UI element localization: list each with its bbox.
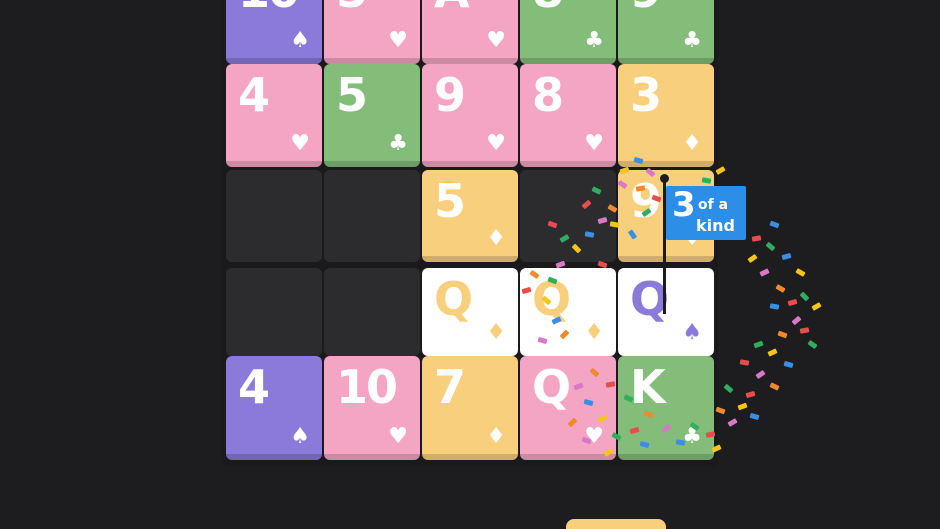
card-tile[interactable]: 5 ♦ — [422, 170, 518, 262]
card-rank: 5 — [434, 174, 466, 228]
spade-suit-icon: ♠ — [290, 28, 310, 53]
card-rank: 9 — [434, 68, 466, 122]
card-tile[interactable]: 5♥ — [324, 0, 420, 64]
spade-suit-icon: ♠ — [290, 424, 310, 449]
heart-suit-icon: ♥ — [584, 131, 604, 156]
card-tile-highlighted[interactable]: Q ♠ — [618, 268, 714, 356]
card-rank: 8 — [532, 68, 564, 122]
card-tile[interactable]: 8 ♥ — [520, 64, 616, 167]
card-tile[interactable]: 7 ♦ — [422, 356, 518, 460]
heart-suit-icon: ♥ — [584, 424, 604, 449]
card-tile[interactable]: A♥ — [422, 0, 518, 64]
heart-suit-icon: ♥ — [486, 28, 506, 53]
game-screen: 10♠5♥A♥8♣9♣4♥5♣9♥8♥3♦5♦9♦Q♦Q♦Q♠4♠10♥7♦Q♥… — [0, 0, 940, 529]
empty-cell[interactable] — [226, 170, 322, 262]
card-rank: Q — [630, 272, 669, 326]
flag-pole-top — [660, 174, 669, 183]
club-suit-icon: ♣ — [584, 28, 604, 53]
card-tile[interactable]: 10 ♠ — [226, 0, 322, 64]
card-tile[interactable]: Q ♥ — [520, 356, 616, 460]
hand-result-kind-text: kind — [696, 216, 735, 235]
heart-suit-icon: ♥ — [290, 131, 310, 156]
card-tile[interactable]: 8♣ — [520, 0, 616, 64]
heart-suit-icon: ♥ — [388, 424, 408, 449]
card-grid: 10♠5♥A♥8♣9♣4♥5♣9♥8♥3♦5♦9♦Q♦Q♦Q♠4♠10♥7♦Q♥… — [0, 0, 940, 529]
card-tile[interactable]: 9 ♥ — [422, 64, 518, 167]
card-rank: Q — [532, 360, 571, 414]
diamond-suit-icon: ♦ — [486, 424, 506, 449]
heart-suit-icon: ♥ — [388, 28, 408, 53]
diamond-suit-icon: ♦ — [584, 320, 604, 345]
card-tile-highlighted[interactable]: Q ♦ — [422, 268, 518, 356]
diamond-suit-icon: ♦ — [486, 320, 506, 345]
card-rank: 5 — [336, 68, 368, 122]
empty-cell[interactable] — [324, 268, 420, 356]
card-rank: 7 — [434, 360, 466, 414]
card-rank: K — [630, 360, 666, 414]
club-suit-icon: ♣ — [682, 424, 702, 449]
card-rank: 5 — [336, 0, 368, 14]
diamond-suit-icon: ♦ — [486, 226, 506, 251]
card-tile[interactable]: 9♣ — [618, 0, 714, 64]
club-suit-icon: ♣ — [388, 131, 408, 156]
card-rank: Q — [434, 272, 473, 326]
card-tile[interactable]: 10 ♥ — [324, 356, 420, 460]
spade-suit-icon: ♠ — [682, 320, 702, 345]
hand-result-number: 3 — [672, 185, 696, 225]
card-rank: 4 — [238, 360, 270, 414]
card-tile-highlighted[interactable]: Q ♦ — [520, 268, 616, 356]
card-rank: 4 — [238, 68, 270, 122]
card-rank: 3 — [630, 68, 662, 122]
heart-suit-icon: ♥ — [486, 131, 506, 156]
card-rank: A — [434, 0, 470, 14]
empty-cell[interactable] — [226, 268, 322, 356]
card-rank: 9 — [630, 174, 662, 228]
card-tile[interactable]: K ♣ — [618, 356, 714, 460]
hand-result-flag: 3 of a kind — [666, 186, 746, 240]
hand-result-of-text: of a — [698, 197, 729, 213]
diamond-suit-icon: ♦ — [682, 131, 702, 156]
bottom-action-button[interactable] — [566, 519, 666, 529]
card-tile[interactable]: 4 ♠ — [226, 356, 322, 460]
card-rank: 10 — [238, 0, 300, 14]
empty-cell[interactable] — [520, 170, 616, 262]
card-tile[interactable]: 4 ♥ — [226, 64, 322, 167]
card-rank: Q — [532, 272, 571, 326]
card-tile[interactable]: 3 ♦ — [618, 64, 714, 167]
card-rank: 10 — [336, 360, 398, 414]
empty-cell[interactable] — [324, 170, 420, 262]
card-tile[interactable]: 5 ♣ — [324, 64, 420, 167]
club-suit-icon: ♣ — [682, 28, 702, 53]
card-rank: 8 — [532, 0, 564, 14]
card-rank: 9 — [630, 0, 662, 14]
